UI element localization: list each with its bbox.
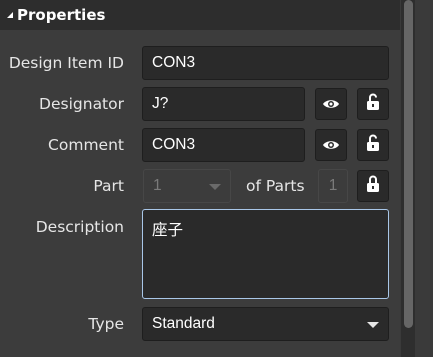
description-label: Description [35,218,124,236]
comment-lock-button[interactable] [357,129,389,161]
collapse-triangle-icon[interactable] [4,0,16,30]
parts-count-field: 1 [318,169,348,203]
section-title: Properties [17,6,106,24]
part-label: Part [93,177,124,195]
eye-icon [322,95,340,114]
designator-visibility-button[interactable] [315,88,347,120]
type-value: Standard [152,315,215,332]
comment-visibility-button[interactable] [315,129,347,161]
part-select[interactable]: 1 [143,169,231,203]
designator-field[interactable]: J? [142,87,305,121]
designator-label: Designator [39,95,124,113]
part-lock-button[interactable] [357,170,389,202]
unlocked-icon [366,134,380,156]
comment-field[interactable]: CON3 [142,128,305,162]
type-select[interactable]: Standard [142,307,389,341]
part-value: 1 [153,177,162,194]
of-parts-label: of Parts [246,177,305,195]
properties-section-header[interactable]: Properties [0,0,400,30]
description-textarea[interactable]: 座子 [142,209,389,299]
design-item-id-field[interactable]: CON3 [142,46,389,80]
designator-lock-button[interactable] [357,88,389,120]
chevron-down-icon [209,184,221,190]
scrollbar-thumb[interactable] [404,0,413,328]
eye-icon [322,136,340,155]
locked-icon [366,175,380,197]
design-item-id-label: Design Item ID [8,54,124,72]
properties-panel: Properties Design Item ID CON3 Designato… [0,0,433,357]
type-label: Type [88,315,124,333]
comment-label: Comment [48,136,124,154]
unlocked-icon [366,93,380,115]
chevron-down-icon [367,322,379,328]
